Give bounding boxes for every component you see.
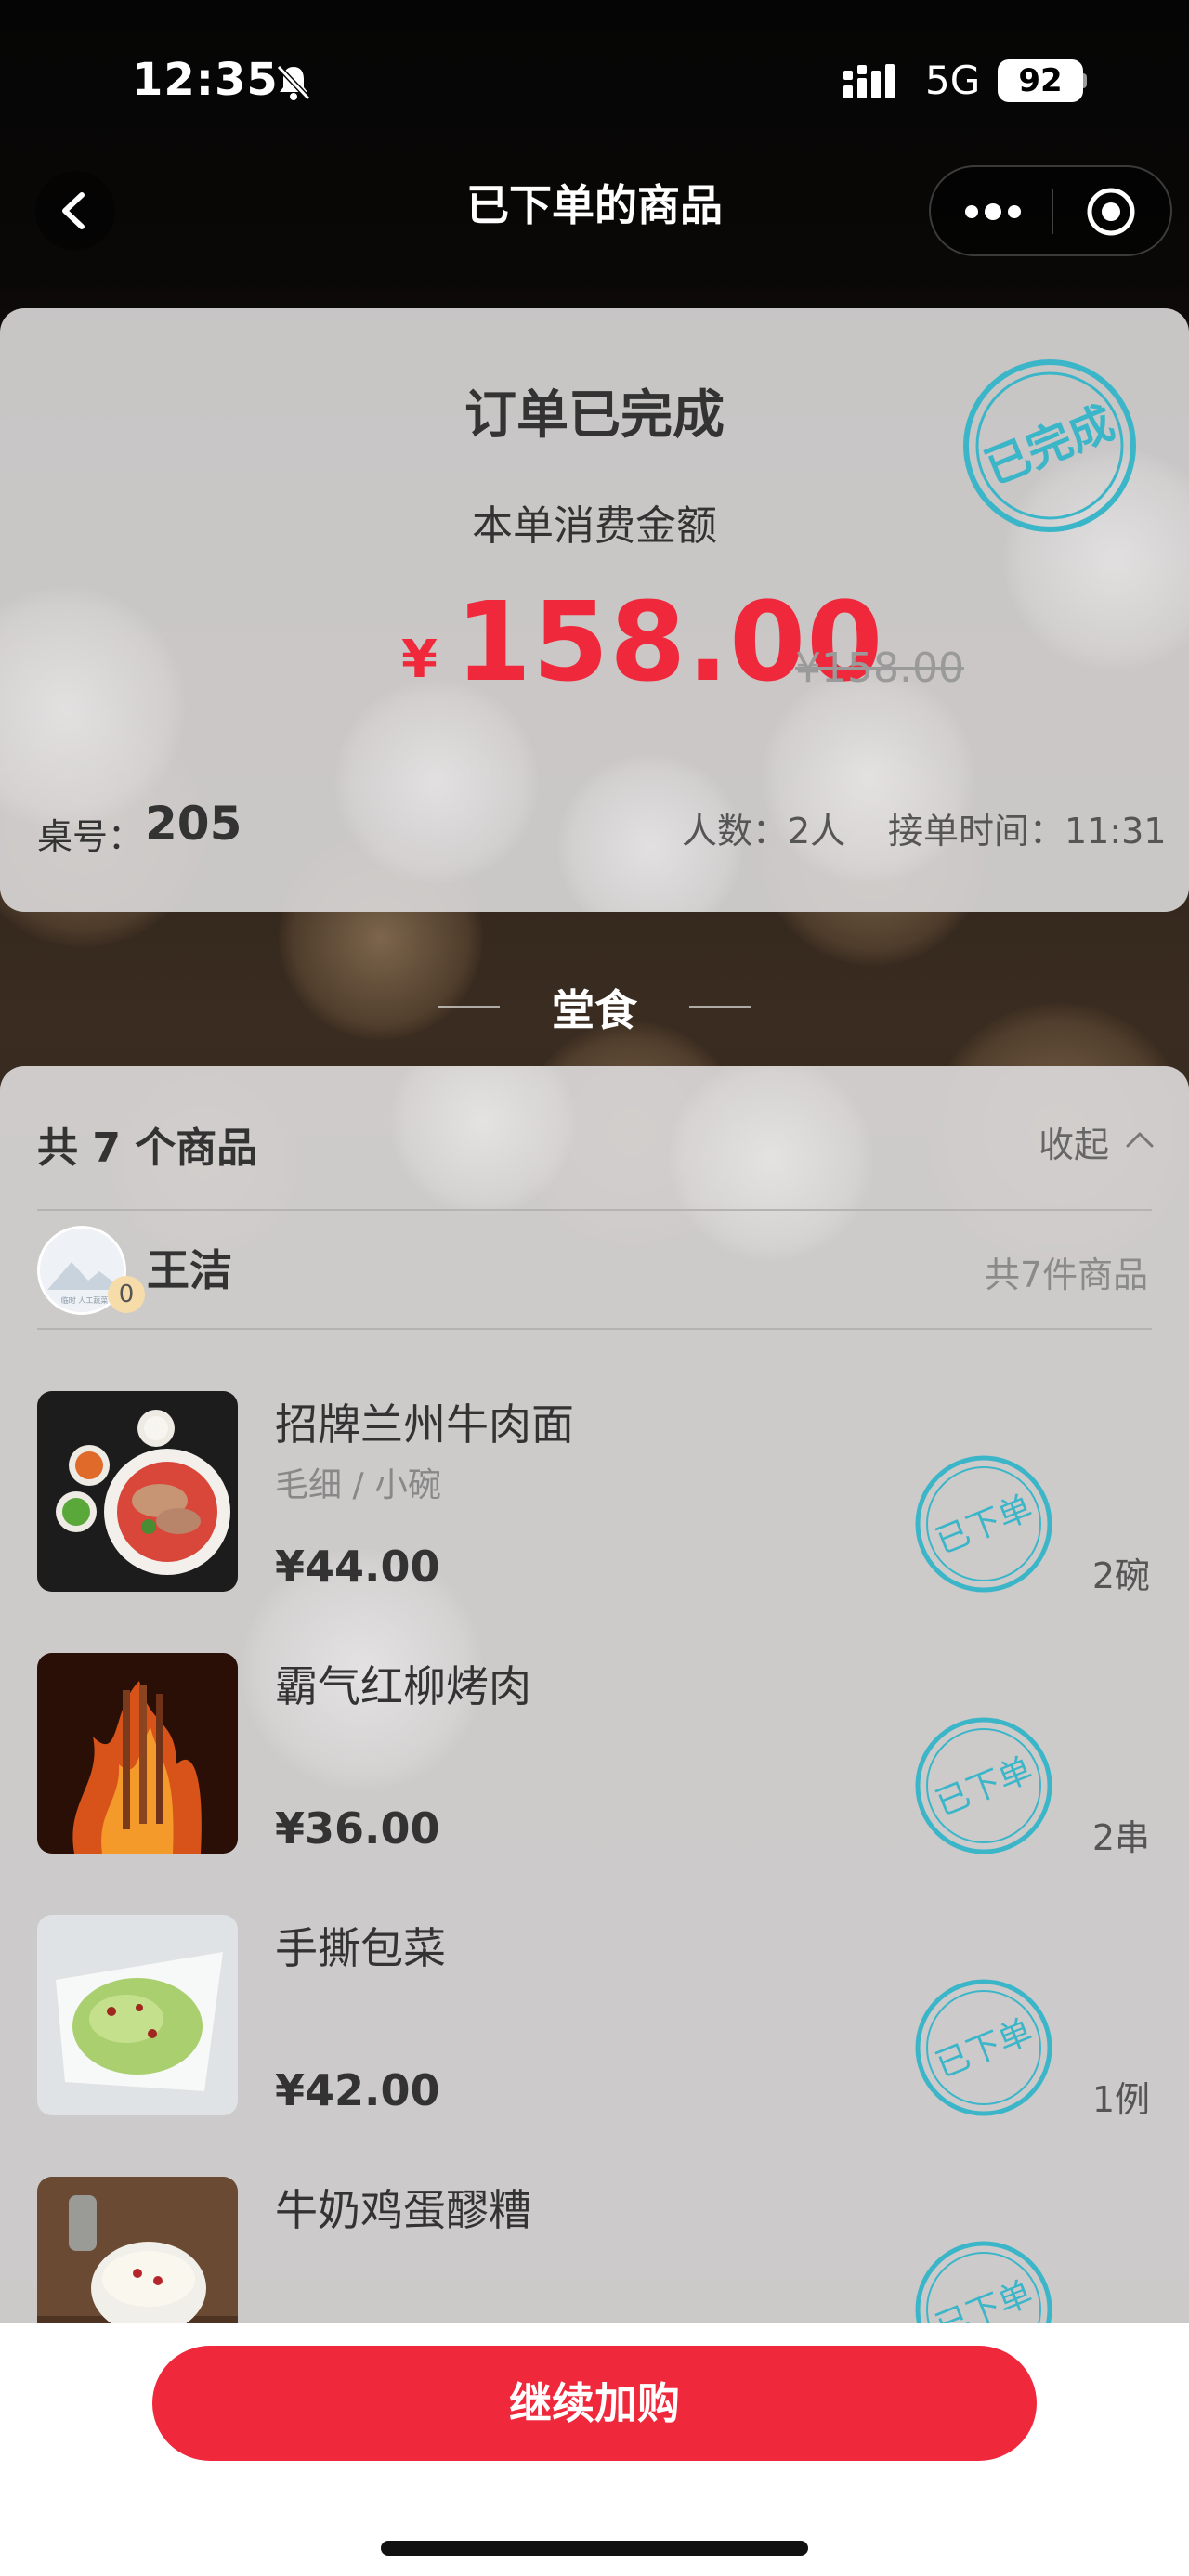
item-name: 牛奶鸡蛋醪糟	[275, 2185, 531, 2235]
section-line-right	[689, 1006, 751, 1008]
item-quantity: 2串	[1091, 1817, 1150, 1858]
continue-shopping-button[interactable]: 继续加购	[152, 2346, 1037, 2461]
item-price: ¥42.00	[275, 2065, 440, 2115]
status-bar: 12:35 5G 92	[0, 0, 1189, 158]
item-image-grilled-skewers	[37, 1653, 238, 1854]
items-card: 共 7 个商品 收起 临时 人工蔬菜 0 王洁 共7件商品 招牌兰州牛肉面 毛细…	[0, 1066, 1189, 2459]
list-item[interactable]: 手撕包菜 ¥42.00 已下单 1例	[0, 1915, 1189, 2128]
order-time: 接单时间：11:31	[888, 811, 1167, 852]
people-count: 人数：2人	[682, 811, 846, 852]
avatar-badge: 0	[108, 1276, 145, 1313]
ordered-stamp-text: 已下单	[931, 1750, 1039, 1823]
record-circle-icon	[1087, 188, 1135, 236]
status-time: 12:35	[132, 54, 279, 106]
more-button[interactable]	[931, 167, 1052, 256]
chevron-up-icon	[1126, 1132, 1154, 1148]
item-quantity: 2碗	[1091, 1555, 1150, 1596]
item-image-beef-noodle	[37, 1391, 238, 1592]
ordered-stamp-text: 已下单	[931, 2012, 1039, 2085]
table-label: 桌号：	[37, 816, 144, 857]
item-price: ¥44.00	[275, 1542, 440, 1592]
item-name: 招牌兰州牛肉面	[275, 1399, 574, 1450]
list-item[interactable]: 招牌兰州牛肉面 毛细 / 小碗 ¥44.00 已下单 2碗	[0, 1391, 1189, 1605]
user-name: 王洁	[147, 1245, 232, 1295]
item-name: 手撕包菜	[275, 1923, 446, 1973]
ordered-stamp: 已下单	[915, 1717, 1052, 1854]
ordered-stamp: 已下单	[915, 1979, 1052, 2116]
divider	[37, 1209, 1152, 1211]
user-total: 共7件商品	[985, 1255, 1149, 1295]
bottom-bar: 继续加购	[0, 2323, 1189, 2576]
amount-row: ¥ 158.00 ¥158.00	[0, 578, 1189, 706]
section-title: 堂食	[552, 985, 637, 1035]
list-item[interactable]: 霸气红柳烤肉 ¥36.00 已下单 2串	[0, 1653, 1189, 1867]
avatar-caption: 临时 人工蔬菜	[61, 1295, 109, 1305]
battery-indicator: 92	[998, 59, 1083, 102]
completed-stamp-text: 已完成	[978, 397, 1122, 495]
collapse-label: 收起	[1039, 1125, 1110, 1165]
close-miniprogram-button[interactable]	[1053, 167, 1172, 256]
collapse-button[interactable]: 收起	[1022, 1112, 1161, 1168]
mini-program-capsule	[929, 165, 1172, 256]
item-quantity: 1例	[1091, 2079, 1150, 2120]
ordered-stamp-text: 已下单	[931, 1489, 1039, 1561]
item-image-cabbage	[37, 1915, 238, 2115]
divider	[37, 1328, 1152, 1330]
amount-label: 本单消费金额	[472, 502, 717, 550]
order-summary-card: 订单已完成 已完成 本单消费金额 ¥ 158.00 ¥158.00 桌号： 20…	[0, 308, 1189, 912]
battery-cap	[1081, 73, 1087, 88]
item-spec: 毛细 / 小碗	[275, 1466, 442, 1504]
table-number: 205	[145, 797, 242, 851]
ordered-stamp: 已下单	[915, 1455, 1052, 1593]
signal-icon	[843, 64, 895, 98]
home-indicator	[381, 2541, 808, 2556]
more-dots-icon	[965, 203, 1021, 220]
network-label: 5G	[925, 58, 981, 103]
bell-slash-icon	[276, 64, 311, 101]
original-amount: ¥158.00	[795, 644, 964, 692]
item-name: 霸气红柳烤肉	[275, 1661, 531, 1711]
items-count: 共 7 个商品	[37, 1125, 258, 1172]
item-price: ¥36.00	[275, 1803, 440, 1854]
currency-symbol: ¥	[401, 630, 438, 690]
